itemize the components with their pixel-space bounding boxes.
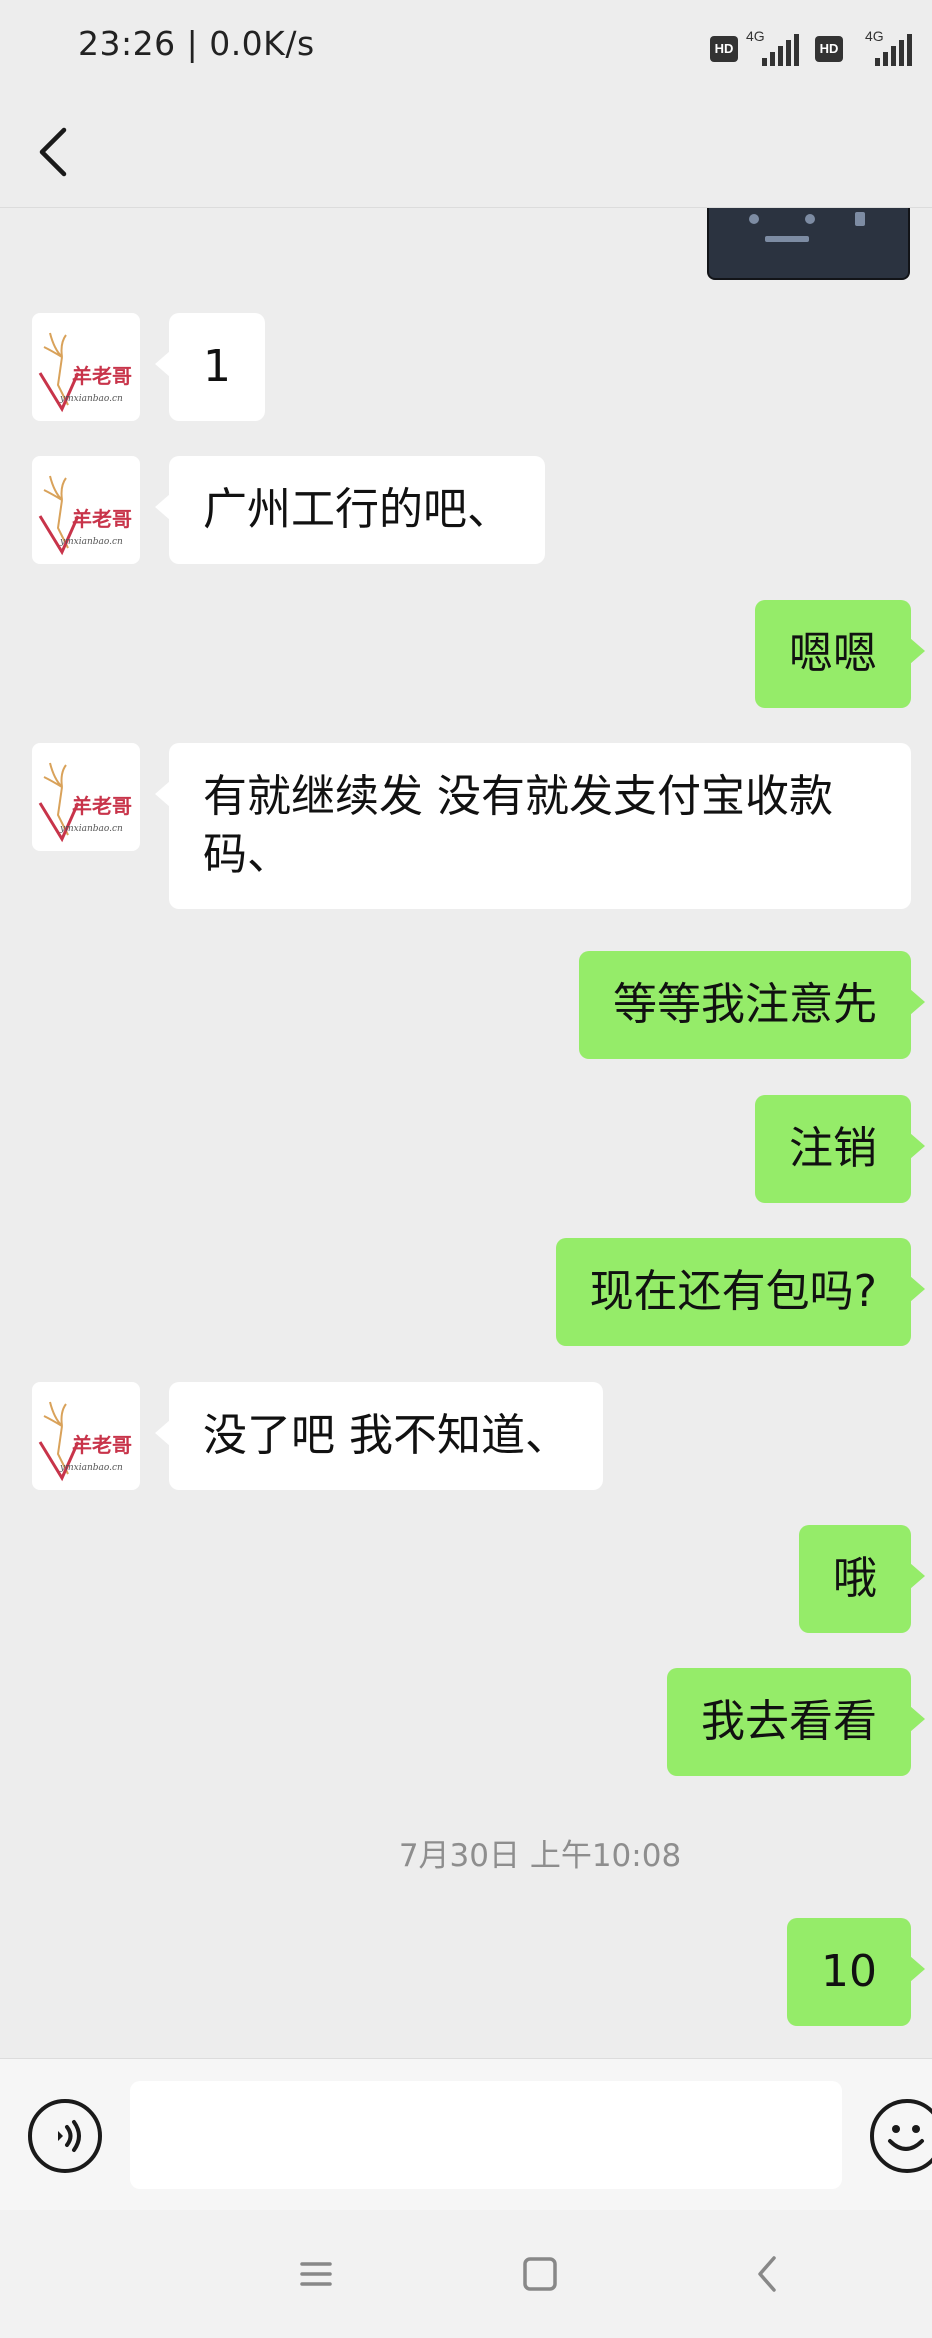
image-message[interactable] [707,208,910,280]
system-nav-bar [0,2210,932,2338]
emoji-button[interactable] [870,2099,932,2173]
message-bubble-received[interactable]: 有就继续发 没有就发支付宝收款码、 [155,743,911,909]
status-bar: 23:26 | 0.0K/s HD 4G HD 4G [0,0,932,96]
chevron-left-icon [39,127,67,177]
avatar-brand-subtext: ymxianbao.cn [59,537,123,547]
message-bubble-sent[interactable]: 等等我注意先 [579,951,925,1059]
home-icon [523,2257,557,2291]
message-bubble-sent[interactable]: 我去看看 [667,1668,925,1776]
input-bar [0,2058,932,2210]
message-bubble-received[interactable]: 广州工行的吧、 [155,456,545,564]
contact-avatar[interactable]: 羊老哥 ymxianbao.cn [32,456,140,564]
message-bubble-received[interactable]: 1 [155,313,265,421]
message-text: 注销 [789,1123,877,1174]
message-bubble-sent[interactable]: 10 [787,1918,925,2026]
signal-bars-icon [875,34,912,66]
hd-badge: HD [710,36,738,62]
message-text: 哦 [833,1553,877,1604]
menu-icon [300,2262,332,2286]
message-text: 10 [821,1946,877,1997]
message-bubble-sent[interactable]: 嗯嗯 [755,600,925,708]
avatar-brand-text: 羊老哥 [72,1433,132,1457]
sim1-signal: HD 4G [710,28,802,68]
signal-bars-icon [762,34,799,66]
back-icon [758,2256,776,2292]
sim2-signal: HD 4G [815,28,912,68]
message-bubble-received[interactable]: 没了吧 我不知道、 [155,1382,603,1490]
nav-back-button[interactable] [738,2246,798,2302]
avatar-brand-text: 羊老哥 [72,794,132,818]
contact-avatar[interactable]: 羊老哥 ymxianbao.cn [32,743,140,851]
message-text: 嗯嗯 [789,628,877,679]
avatar-brand-text: 羊老哥 [72,507,132,531]
avatar-brand-subtext: ymxianbao.cn [59,394,123,404]
hd-badge: HD [815,36,843,62]
status-time: 23:26 | 0.0K/s [78,24,315,63]
message-text: 我去看看 [701,1696,877,1747]
contact-avatar[interactable]: 羊老哥 ymxianbao.cn [32,313,140,421]
nav-menu-button[interactable] [286,2246,346,2302]
avatar-brand-subtext: ymxianbao.cn [59,824,123,834]
message-bubble-sent[interactable]: 现在还有包吗? [555,1238,926,1346]
nav-home-button[interactable] [510,2246,570,2302]
message-text: 现在还有包吗? [589,1266,877,1317]
message-list[interactable]: 羊老哥 ymxianbao.cn 1 羊老哥 ymxianbao.cn 广州工行… [0,208,932,2058]
avatar-brand-text: 羊老哥 [72,364,132,388]
avatar-brand-subtext: ymxianbao.cn [59,1463,123,1473]
chat-header [0,96,932,208]
message-text: 广州工行的吧、 [203,484,511,535]
message-bubble-sent[interactable]: 注销 [755,1095,925,1203]
message-text: 1 [203,341,231,392]
message-bubble-sent[interactable]: 哦 [799,1525,925,1633]
back-button[interactable] [28,118,88,186]
voice-button[interactable] [28,2099,102,2173]
emoji-icon [888,2125,924,2151]
message-timestamp: 7月30日 上午10:08 [398,1838,682,1874]
voice-icon [58,2120,81,2152]
contact-avatar[interactable]: 羊老哥 ymxianbao.cn [32,1382,140,1490]
message-text: 有就继续发 没有就发支付宝收款码、 [203,771,833,880]
message-input[interactable] [130,2081,842,2189]
message-text: 等等我注意先 [613,979,877,1030]
message-text: 没了吧 我不知道、 [203,1410,569,1461]
